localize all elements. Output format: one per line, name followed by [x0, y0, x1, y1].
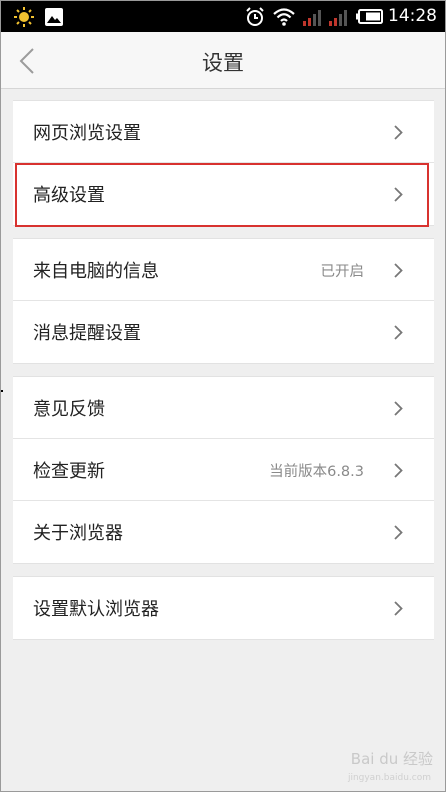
- list-item-value: 已开启: [320, 264, 365, 280]
- page-title: 设置: [202, 51, 244, 75]
- signal-icon: [329, 10, 347, 26]
- list-item-notification-settings[interactable]: 消息提醒设置: [13, 301, 434, 363]
- list-item-advanced-settings[interactable]: 高级设置: [13, 163, 434, 225]
- list-item-default-browser[interactable]: 设置默认浏览器: [13, 577, 434, 639]
- settings-group-browsing: 网页浏览设置 高级设置: [13, 100, 434, 226]
- list-item-pc-messages[interactable]: 来自电脑的信息 已开启: [13, 239, 434, 301]
- sun-icon: [14, 7, 34, 27]
- list-item-about-browser[interactable]: 关于浏览器: [13, 501, 434, 563]
- status-bar: 14:28: [1, 1, 445, 32]
- title-bar: 设置: [1, 32, 445, 89]
- chevron-right-icon: [394, 525, 403, 540]
- chevron-right-icon: [394, 601, 403, 616]
- list-item-feedback[interactable]: 意见反馈: [13, 377, 434, 439]
- list-item-label: 网页浏览设置: [33, 123, 141, 144]
- chevron-right-icon: [394, 325, 403, 340]
- list-item-value: 当前版本6.8.3: [269, 464, 364, 480]
- list-item-browsing-settings[interactable]: 网页浏览设置: [13, 101, 434, 163]
- alarm-icon: [246, 7, 264, 26]
- chevron-right-icon: [394, 401, 403, 416]
- chevron-right-icon: [394, 187, 403, 202]
- chevron-right-icon: [394, 125, 403, 140]
- signal-icon: [303, 10, 321, 26]
- list-item-label: 关于浏览器: [33, 523, 123, 544]
- settings-group-messages: 来自电脑的信息 已开启 消息提醒设置: [13, 238, 434, 364]
- stray-dot: [1, 390, 3, 392]
- settings-group-about: 意见反馈 检查更新 当前版本6.8.3 关于浏览器: [13, 376, 434, 564]
- list-item-label: 消息提醒设置: [33, 323, 141, 344]
- chevron-right-icon: [394, 263, 403, 278]
- list-item-label: 检查更新: [33, 461, 105, 482]
- watermark-logo: Bai du 经验: [350, 750, 433, 768]
- image-icon: [45, 8, 63, 26]
- list-item-label: 来自电脑的信息: [33, 261, 159, 282]
- list-item-label: 高级设置: [33, 185, 105, 206]
- watermark-url: jingyan.baidu.com: [347, 773, 431, 783]
- chevron-right-icon: [394, 463, 403, 478]
- battery-icon: [356, 9, 383, 24]
- wifi-icon: [273, 8, 295, 26]
- list-item-check-update[interactable]: 检查更新 当前版本6.8.3: [13, 439, 434, 501]
- status-time: 14:28: [388, 6, 437, 26]
- list-item-label: 意见反馈: [33, 399, 105, 420]
- list-item-label: 设置默认浏览器: [33, 599, 159, 620]
- settings-group-default: 设置默认浏览器: [13, 576, 434, 640]
